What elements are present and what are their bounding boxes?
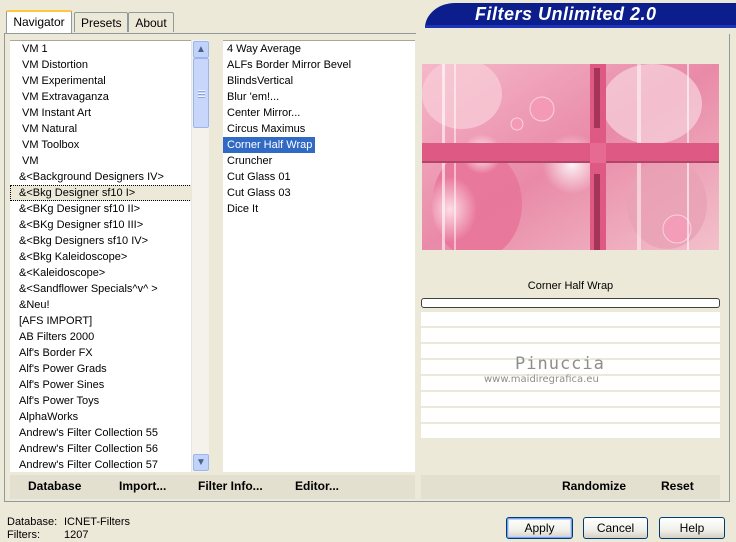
category-item[interactable]: VM Distortion: [10, 57, 192, 73]
category-item[interactable]: Alf's Power Toys: [10, 393, 192, 409]
category-item[interactable]: VM Natural: [10, 121, 192, 137]
filters-count: 1207: [64, 529, 89, 541]
scroll-up-icon[interactable]: ▲: [193, 41, 209, 58]
param-row[interactable]: [421, 408, 720, 424]
category-item[interactable]: Andrew's Filter Collection 56: [10, 441, 192, 457]
category-item[interactable]: Alf's Power Grads: [10, 361, 192, 377]
database-button[interactable]: Database: [28, 479, 81, 493]
tab-presets[interactable]: Presets: [74, 12, 128, 32]
filter-item[interactable]: ALFs Border Mirror Bevel: [223, 57, 351, 73]
category-item[interactable]: VM 1: [10, 41, 192, 57]
tab-navigator[interactable]: Navigator: [6, 10, 72, 33]
progress-bar: [421, 298, 720, 308]
help-button[interactable]: Help: [659, 517, 725, 539]
watermark-name: Pinuccia: [515, 354, 605, 374]
app-title: Filters Unlimited 2.0: [475, 4, 657, 24]
filter-item[interactable]: Cut Glass 03: [223, 185, 315, 201]
filter-item[interactable]: Center Mirror...: [223, 105, 315, 121]
category-item[interactable]: [AFS IMPORT]: [10, 313, 192, 329]
parameter-area: [421, 312, 720, 470]
category-item[interactable]: &<Background Designers IV>: [10, 169, 192, 185]
category-item[interactable]: Alf's Border FX: [10, 345, 192, 361]
category-item[interactable]: &<Bkg Kaleidoscope>: [10, 249, 192, 265]
preview-filter-name: Corner Half Wrap: [421, 275, 720, 297]
category-item[interactable]: Andrew's Filter Collection 57: [10, 457, 192, 473]
category-item[interactable]: &Neu!: [10, 297, 192, 313]
watermark-url: www.maidiregrafica.eu: [484, 374, 599, 385]
category-item[interactable]: &<Kaleidoscope>: [10, 265, 192, 281]
randomize-button[interactable]: Randomize: [562, 479, 626, 493]
title-banner: Filters Unlimited 2.0: [425, 3, 736, 28]
cancel-button[interactable]: Cancel: [583, 517, 648, 539]
category-item[interactable]: &<Sandflower Specials^v^ >: [10, 281, 192, 297]
category-scrollbar[interactable]: ▲ ▼: [191, 40, 209, 472]
param-row[interactable]: [421, 424, 720, 440]
category-item[interactable]: Andrew's Filter Collection 55: [10, 425, 192, 441]
category-item[interactable]: &<Bkg Designer sf10 I>: [10, 185, 192, 201]
database-label: Database:: [7, 516, 58, 528]
filter-item[interactable]: Corner Half Wrap: [223, 137, 316, 153]
filter-item[interactable]: Dice It: [223, 201, 315, 217]
tab-about[interactable]: About: [128, 12, 174, 32]
filter-item[interactable]: Blur 'em!...: [223, 89, 315, 105]
filter-info-button[interactable]: Filter Info...: [198, 479, 263, 493]
filter-list[interactable]: 4 Way Average ALFs Border Mirror Bevel Bli…: [223, 40, 415, 472]
scroll-down-icon[interactable]: ▼: [193, 454, 209, 471]
category-item[interactable]: VM Experimental: [10, 73, 192, 89]
scroll-thumb[interactable]: [193, 58, 209, 128]
filter-item[interactable]: Cut Glass 01: [223, 169, 315, 185]
category-item[interactable]: &<BKg Designer sf10 II>: [10, 201, 192, 217]
filter-item[interactable]: Circus Maximus: [223, 121, 315, 137]
param-row[interactable]: [421, 312, 720, 328]
filter-item[interactable]: 4 Way Average: [223, 41, 315, 57]
category-item[interactable]: &<Bkg Designers sf10 IV>: [10, 233, 192, 249]
database-value: ICNET-Filters: [64, 516, 130, 528]
category-item[interactable]: VM: [10, 153, 192, 169]
category-list[interactable]: VM 1 VM Distortion VM Experimental VM Extra…: [10, 40, 192, 472]
category-item[interactable]: &<BKg Designer sf10 III>: [10, 217, 192, 233]
category-item[interactable]: VM Instant Art: [10, 105, 192, 121]
param-row[interactable]: [421, 392, 720, 408]
param-row[interactable]: [421, 328, 720, 344]
tab-divider: [4, 33, 416, 34]
filter-item[interactable]: BlindsVertical: [223, 73, 315, 89]
category-item[interactable]: VM Extravaganza: [10, 89, 192, 105]
left-button-bar: Database Import... Filter Info... Editor…: [10, 475, 415, 499]
right-button-bar: Randomize Reset: [421, 475, 720, 499]
category-item[interactable]: AlphaWorks: [10, 409, 192, 425]
category-item[interactable]: Alf's Power Sines: [10, 377, 192, 393]
category-item[interactable]: AB Filters 2000: [10, 329, 192, 345]
apply-button[interactable]: Apply: [506, 517, 573, 539]
preview-image: [422, 64, 719, 250]
filters-label: Filters:: [7, 529, 40, 541]
editor-button[interactable]: Editor...: [295, 479, 339, 493]
category-item[interactable]: VM Toolbox: [10, 137, 192, 153]
import-button[interactable]: Import...: [119, 479, 166, 493]
reset-button[interactable]: Reset: [661, 479, 694, 493]
filter-item[interactable]: Cruncher: [223, 153, 315, 169]
